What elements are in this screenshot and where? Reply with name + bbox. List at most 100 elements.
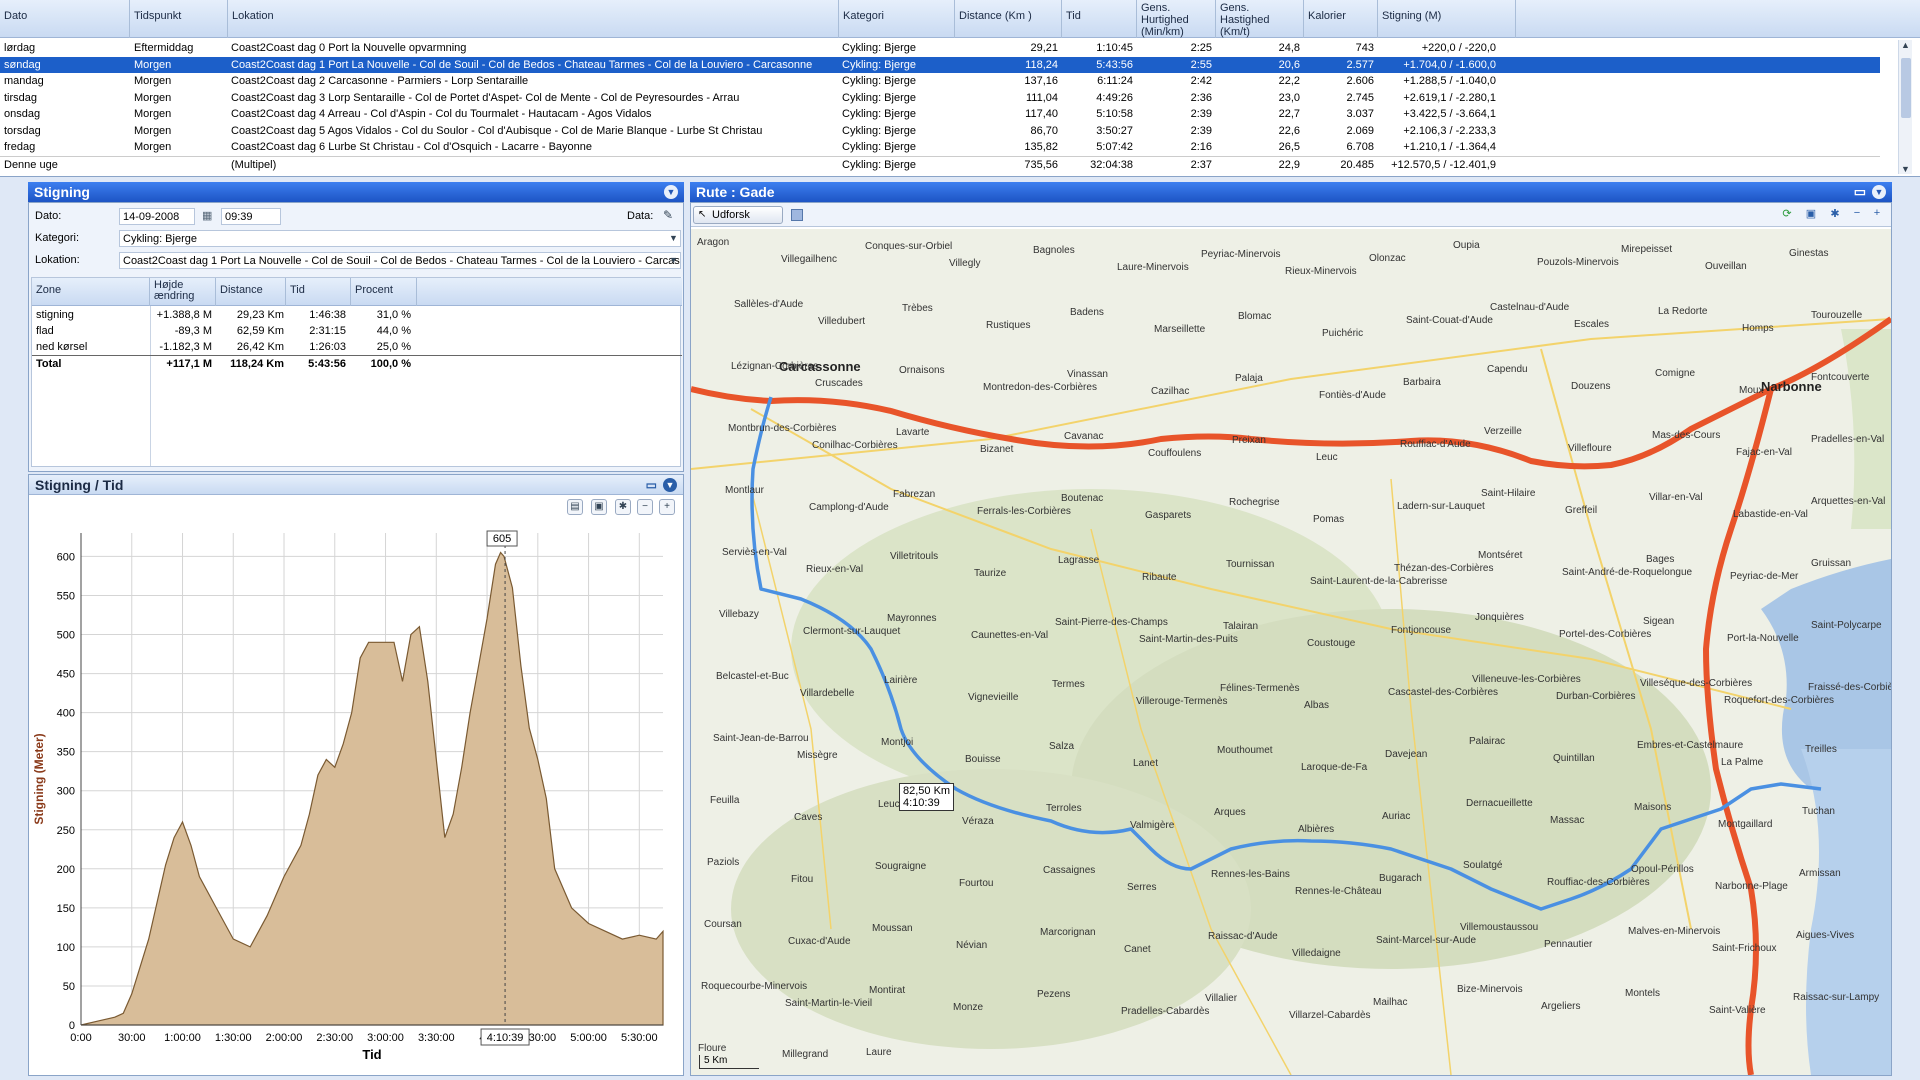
collapse-icon[interactable]: ▼ [664, 185, 678, 199]
summary-row[interactable]: Denne uge (Multipel) Cykling: Bjerge 735,56… [0, 155, 1880, 173]
map-town-label: Lézignan-Corbières [731, 361, 819, 372]
activity-scrollbar[interactable]: ▲ ▼ [1898, 40, 1912, 174]
col-zone[interactable]: Zone [32, 278, 150, 306]
table-row[interactable]: mandag Morgen Coast2Coast dag 2 Carcasonne… [0, 73, 1880, 90]
cell-procent: 25,0 % [376, 341, 411, 353]
elevation-area[interactable] [80, 551, 664, 1026]
chevron-down-icon[interactable]: ▼ [669, 255, 678, 265]
route-map[interactable]: Carcassonne Narbonne Aragon Villegailhenc Co… [691, 229, 1891, 1075]
table-row[interactable]: onsdag Morgen Coast2Coast dag 4 Arreau - C… [0, 106, 1880, 123]
map-town-label: Opoul-Périllos [1631, 864, 1694, 875]
col-tid[interactable]: Tid [286, 278, 351, 306]
col-dato[interactable]: Dato [0, 0, 130, 38]
kategori-select[interactable]: Cykling: Bjerge [119, 230, 681, 247]
calendar-icon[interactable]: ▦ [202, 209, 212, 222]
table-row[interactable]: lørdag Eftermiddag Coast2Coast dag 0 Port … [0, 40, 1880, 57]
edit-icon[interactable]: ✎ [663, 208, 673, 222]
col-tidspunkt[interactable]: Tidspunkt [130, 0, 228, 38]
zone-row[interactable]: flad -89,3 M 62,59 Km 2:31:15 44,0 % [32, 323, 682, 339]
col-distance[interactable]: Distance [216, 278, 286, 306]
map-town-label: Fontcouverte [1811, 372, 1870, 383]
map-town-label: Camplong-d'Aude [809, 502, 889, 513]
col-kategori[interactable]: Kategori [839, 0, 955, 38]
cell-lokation: (Multipel) [231, 158, 277, 171]
chart-type-icon[interactable]: ▤ [567, 499, 583, 515]
table-row[interactable]: tirsdag Morgen Coast2Coast dag 3 Lorp Sent… [0, 90, 1880, 107]
map-town-label: Mailhac [1373, 997, 1408, 1008]
cell-hoejde: +1.388,8 M [156, 309, 212, 321]
map-town-label: Moux [1739, 385, 1764, 396]
cell-tidsforbrug: 1:10:45 [1096, 42, 1133, 54]
zoom-out-icon[interactable]: − [1849, 207, 1865, 223]
cell-distance: 86,70 [1030, 124, 1058, 137]
map-town-label: Moussan [872, 923, 913, 934]
zone-row[interactable]: ned kørsel -1.182,3 M 26,42 Km 1:26:03 25,0 … [32, 339, 682, 355]
zoom-out-icon[interactable]: − [637, 499, 653, 515]
map-town-label: Laure [866, 1047, 892, 1058]
map-town-label: Villefloure [1568, 443, 1612, 454]
col-procent[interactable]: Procent [351, 278, 417, 306]
settings-icon[interactable]: ✱ [1827, 207, 1843, 223]
map-town-label: Félines-Termenès [1220, 683, 1300, 694]
map-town-label: Conques-sur-Orbiel [865, 241, 953, 252]
minimize-icon[interactable]: ▭ [646, 478, 657, 492]
cell-distance: 137,16 [1024, 75, 1058, 87]
map-town-label: Villardebelle [800, 688, 855, 699]
refresh-icon[interactable]: ⟳ [1779, 207, 1795, 223]
col-hurtighed[interactable]: Gens. Hurtighed (Min/km) [1137, 0, 1216, 38]
map-town-label: Feuilla [710, 795, 740, 806]
save-icon[interactable]: ▣ [591, 499, 607, 515]
minimize-icon[interactable]: ▭ [1854, 184, 1866, 200]
scroll-thumb[interactable] [1901, 58, 1911, 118]
col-kalorier[interactable]: Kalorier [1304, 0, 1378, 38]
explore-button[interactable]: ↖ Udforsk [693, 206, 783, 224]
col-distance[interactable]: Distance (Km ) [955, 0, 1062, 38]
map-town-label: Montredon-des-Corbières [983, 382, 1097, 393]
lokation-select[interactable]: Coast2Coast dag 1 Port La Nouvelle - Col… [119, 252, 681, 269]
y-tick-label: 600 [57, 551, 75, 563]
save-icon[interactable]: ▣ [1803, 207, 1819, 223]
zone-total-row[interactable]: Total +117,1 M 118,24 Km 5:43:56 100,0 % [32, 355, 682, 371]
cell-stigning: +220,0 / -220,0 [1421, 42, 1496, 54]
cell-tid: Morgen [134, 108, 172, 120]
cell-lokation: Coast2Coast dag 3 Lorp Sentaraille - Col… [231, 91, 740, 104]
scroll-down-icon[interactable]: ▼ [1901, 164, 1910, 174]
stigning-panel-title: Stigning [34, 184, 90, 200]
col-hoejde[interactable]: Højde ændring [150, 278, 216, 306]
col-tid[interactable]: Tid [1062, 0, 1137, 38]
map-town-label: Montels [1625, 988, 1661, 999]
time-field[interactable]: 09:39 [221, 208, 281, 225]
dato-field[interactable]: 14-09-2008 [119, 208, 195, 225]
cell-zone: stigning [36, 309, 74, 321]
zoom-in-icon[interactable]: + [659, 499, 675, 515]
table-row[interactable]: torsdag Morgen Coast2Coast dag 5 Agos Vida… [0, 123, 1880, 140]
map-town-label: Saint-Martin-le-Vieil [785, 998, 873, 1009]
elevation-chart[interactable]: 0 50 100 150 200 250 300 350 400 450 500 550 600 0:00… [29, 515, 683, 1075]
map-town-label: Rennes-les-Bains [1211, 869, 1290, 880]
col-lokation[interactable]: Lokation [228, 0, 839, 38]
scroll-up-icon[interactable]: ▲ [1901, 40, 1910, 50]
map-town-label: Mirepeisset [1621, 244, 1673, 255]
cell-dato: Denne uge [4, 158, 58, 171]
zone-row[interactable]: stigning +1.388,8 M 29,23 Km 1:46:38 31,0 % [32, 307, 682, 323]
map-town-label: Cruscades [815, 378, 863, 389]
map-panel: ↖ Udforsk ⟳ ▣ ✱ − + Carcassonne Narbonne… [690, 202, 1892, 1076]
cell-lokation: Coast2Coast dag 4 Arreau - Col d'Aspin -… [231, 108, 652, 120]
table-row[interactable]: søndag Morgen Coast2Coast dag 1 Port La No… [0, 56, 1880, 73]
map-town-label: Villerouge-Termenès [1136, 696, 1228, 707]
cell-hastighed: 22,9 [1278, 158, 1300, 171]
collapse-icon[interactable]: ▼ [663, 478, 677, 492]
map-panel-header: Rute : Gade ▭ ▼ [690, 182, 1892, 202]
col-stigning[interactable]: Stigning (M) [1378, 0, 1516, 38]
collapse-icon[interactable]: ▼ [1872, 185, 1886, 199]
map-town-label: Blomac [1238, 311, 1272, 322]
map-town-label: Labastide-en-Val [1733, 509, 1808, 520]
zoom-in-icon[interactable]: + [1869, 207, 1885, 223]
cell-hurtighed: 2:39 [1190, 124, 1212, 137]
col-hastighed[interactable]: Gens. Hastighed (Km/t) [1216, 0, 1304, 38]
settings-icon[interactable]: ✱ [615, 499, 631, 515]
chevron-down-icon[interactable]: ▼ [669, 233, 678, 243]
table-row[interactable]: fredag Morgen Coast2Coast dag 6 Lurbe St C… [0, 139, 1880, 156]
layer-icon[interactable] [791, 209, 803, 221]
cell-tid: Morgen [134, 58, 172, 71]
